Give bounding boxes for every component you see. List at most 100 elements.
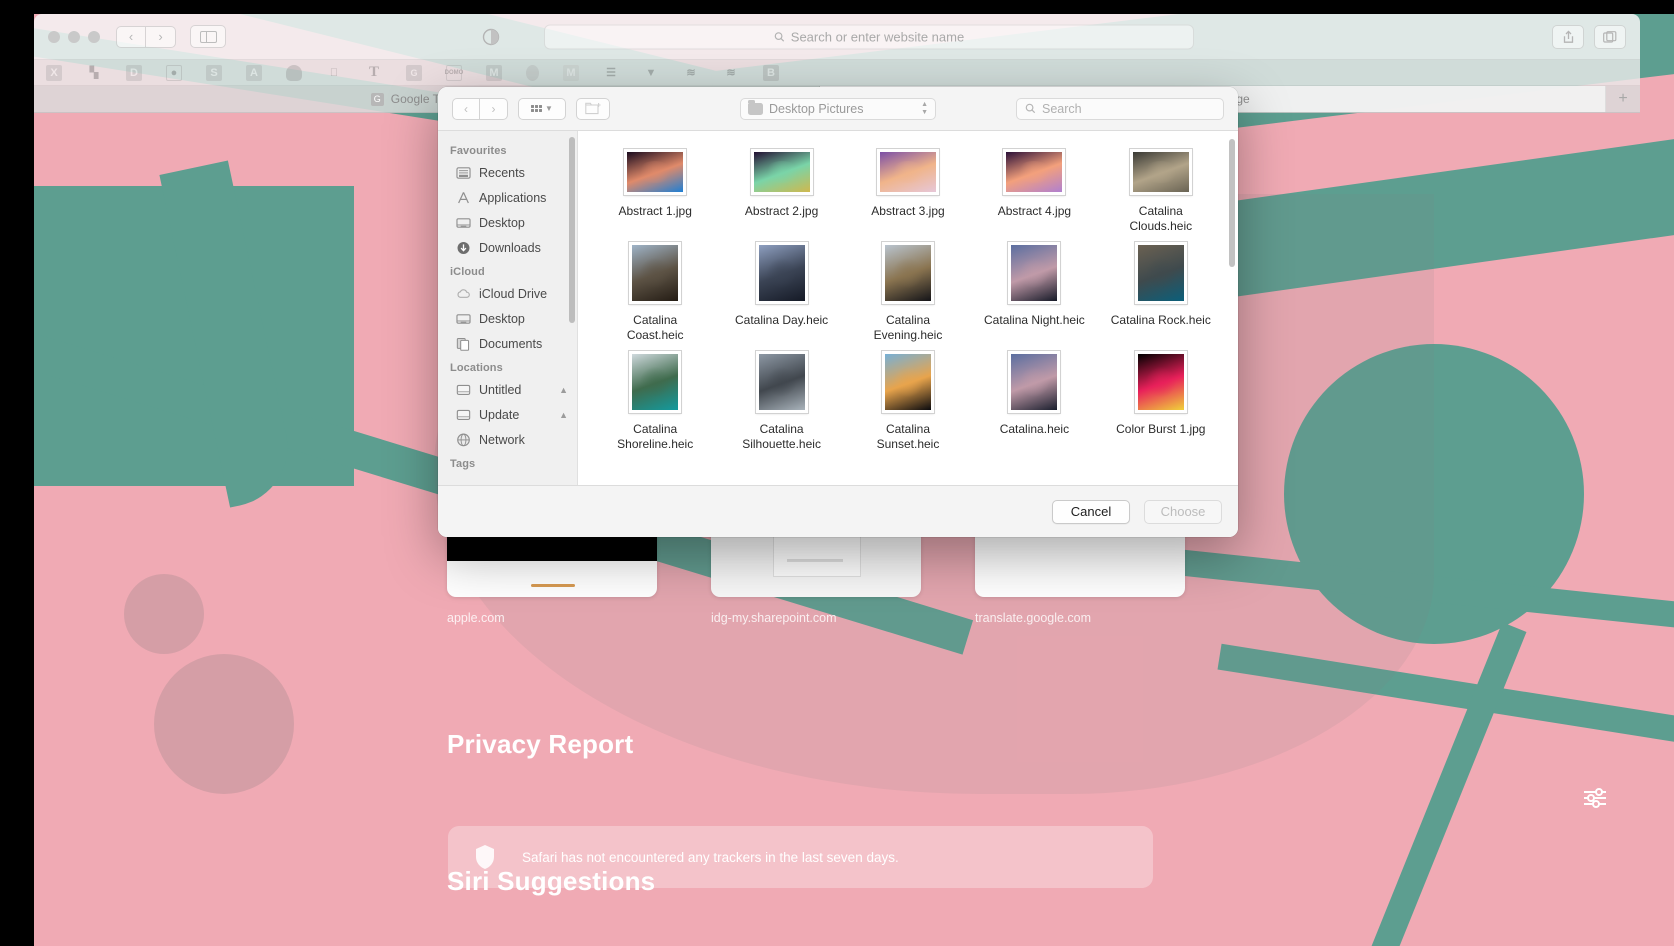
favourites-bar[interactable]: X ▚ D ● S A  T G DOMO M M ☰ ▼ ≋ ≋ B bbox=[34, 60, 1640, 86]
tab-overview-button[interactable] bbox=[1594, 25, 1626, 49]
forward-button[interactable]: › bbox=[146, 26, 176, 48]
bookmark-skype-icon[interactable]: S bbox=[206, 65, 222, 81]
sidebar-item-network[interactable]: Network bbox=[438, 427, 577, 452]
path-popup-button[interactable]: Desktop Pictures ▲▼ bbox=[740, 98, 936, 120]
minimize-window-button[interactable] bbox=[68, 31, 80, 43]
desktop-icon bbox=[456, 216, 471, 230]
zoom-window-button[interactable] bbox=[88, 31, 100, 43]
bookmark-translate-icon[interactable]: G bbox=[406, 65, 422, 81]
address-bar-placeholder: Search or enter website name bbox=[791, 29, 964, 44]
address-bar[interactable]: Search or enter website name bbox=[544, 24, 1194, 49]
sidebar-item-label: Recents bbox=[479, 166, 525, 180]
bookmark-bulb-icon[interactable] bbox=[286, 65, 302, 81]
file-item[interactable]: Catalina Night.heic bbox=[971, 242, 1097, 343]
back-button[interactable]: ‹ bbox=[116, 26, 146, 48]
grid-view-icon bbox=[531, 105, 542, 112]
downloads-icon bbox=[456, 241, 471, 255]
sidebar-item-recents[interactable]: Recents bbox=[438, 160, 577, 185]
file-thumbnail bbox=[1003, 149, 1065, 195]
new-folder-button[interactable] bbox=[576, 98, 610, 120]
file-item[interactable]: Abstract 1.jpg bbox=[592, 149, 718, 234]
view-options-button[interactable]: ▼ bbox=[518, 98, 566, 120]
file-item[interactable]: Catalina.heic bbox=[971, 351, 1097, 452]
bookmark-apple-icon[interactable]:  bbox=[326, 65, 342, 81]
file-item[interactable]: Catalina Shoreline.heic bbox=[592, 351, 718, 452]
tabs-icon bbox=[1603, 31, 1617, 43]
file-name-label: Catalina Coast.heic bbox=[603, 313, 707, 343]
favorite-label: idg-my.sharepoint.com bbox=[711, 611, 921, 625]
bookmark-chart-icon[interactable]: ▚ bbox=[86, 65, 102, 81]
file-thumbnail bbox=[882, 351, 934, 413]
file-grid: Abstract 1.jpg Abstract 2.jpg Abstract 3.j… bbox=[578, 131, 1238, 452]
bookmark-stack-icon[interactable]: ☰ bbox=[603, 65, 619, 81]
file-item[interactable]: Catalina Silhouette.heic bbox=[718, 351, 844, 452]
start-page-settings-button[interactable] bbox=[1578, 781, 1612, 815]
privacy-shield-icon[interactable] bbox=[481, 27, 501, 47]
file-item[interactable]: Catalina Sunset.heic bbox=[845, 351, 971, 452]
dialog-search-field[interactable]: Search bbox=[1016, 98, 1224, 120]
bookmark-m-icon[interactable]: M bbox=[486, 65, 502, 81]
file-item[interactable]: Catalina Coast.heic bbox=[592, 242, 718, 343]
file-thumbnail bbox=[877, 149, 939, 195]
privacy-report-message: Safari has not encountered any trackers … bbox=[522, 850, 899, 865]
bookmark-excel-icon[interactable]: X bbox=[46, 65, 62, 81]
file-item[interactable]: Abstract 2.jpg bbox=[718, 149, 844, 234]
dialog-forward-button[interactable]: › bbox=[480, 98, 508, 120]
bookmark-m2-icon[interactable]: M bbox=[563, 65, 579, 81]
file-item[interactable]: Catalina Rock.heic bbox=[1098, 242, 1224, 343]
sidebar-scrollbar[interactable] bbox=[569, 137, 575, 323]
file-item[interactable]: Color Burst 1.jpg bbox=[1098, 351, 1224, 452]
file-thumbnail bbox=[1008, 351, 1060, 413]
file-item[interactable]: Abstract 4.jpg bbox=[971, 149, 1097, 234]
bookmark-domo-icon[interactable]: DOMO bbox=[446, 65, 462, 81]
sidebar-item-documents[interactable]: Documents bbox=[438, 331, 577, 356]
cloud-icon bbox=[456, 287, 471, 301]
bookmark-layers-icon[interactable]: ≋ bbox=[683, 65, 699, 81]
dialog-search-placeholder: Search bbox=[1042, 102, 1082, 116]
dialog-body: Favourites Recents Applicatio bbox=[438, 131, 1238, 485]
file-item[interactable]: Catalina Clouds.heic bbox=[1098, 149, 1224, 234]
file-name-label: Catalina Evening.heic bbox=[856, 313, 960, 343]
sidebar-toggle-button[interactable] bbox=[190, 25, 226, 48]
file-grid-scrollbar[interactable] bbox=[1229, 139, 1235, 267]
file-item[interactable]: Abstract 3.jpg bbox=[845, 149, 971, 234]
bookmark-dropbox-icon[interactable]: D bbox=[126, 65, 142, 81]
sidebar-item-icloud-desktop[interactable]: Desktop bbox=[438, 306, 577, 331]
file-item[interactable]: Catalina Day.heic bbox=[718, 242, 844, 343]
bookmark-adobe-icon[interactable]: A bbox=[246, 65, 262, 81]
bookmark-layers2-icon[interactable]: ≋ bbox=[723, 65, 739, 81]
share-button[interactable] bbox=[1552, 25, 1584, 49]
close-window-button[interactable] bbox=[48, 31, 60, 43]
path-label: Desktop Pictures bbox=[769, 102, 863, 116]
sidebar-item-update[interactable]: Update ▲ bbox=[438, 402, 577, 427]
disk-icon bbox=[456, 408, 471, 422]
file-item[interactable]: Catalina Evening.heic bbox=[845, 242, 971, 343]
sidebar-item-label: Desktop bbox=[479, 312, 525, 326]
file-thumbnail bbox=[629, 242, 681, 304]
bookmark-lock-icon[interactable]: ● bbox=[166, 65, 182, 81]
sidebar-item-icloud-drive[interactable]: iCloud Drive bbox=[438, 281, 577, 306]
sidebar-item-downloads[interactable]: Downloads bbox=[438, 235, 577, 260]
window-controls[interactable] bbox=[48, 31, 100, 43]
file-name-label: Abstract 2.jpg bbox=[745, 204, 818, 219]
bookmark-text-icon[interactable]: T bbox=[366, 65, 382, 81]
file-thumbnail bbox=[756, 242, 808, 304]
sidebar-item-label: iCloud Drive bbox=[479, 287, 547, 301]
file-picker-dialog: ‹ › ▼ Desktop Pictures bbox=[438, 87, 1238, 537]
choose-button[interactable]: Choose bbox=[1144, 500, 1222, 524]
sidebar-item-label: Untitled bbox=[479, 383, 521, 397]
new-tab-button[interactable]: + bbox=[1606, 86, 1640, 112]
eject-icon[interactable]: ▲ bbox=[559, 410, 568, 420]
sidebar-item-desktop[interactable]: Desktop bbox=[438, 210, 577, 235]
bookmark-b-icon[interactable]: B bbox=[763, 65, 779, 81]
cancel-button[interactable]: Cancel bbox=[1052, 500, 1130, 524]
bookmark-oval-icon[interactable] bbox=[526, 65, 539, 81]
file-name-label: Catalina Night.heic bbox=[984, 313, 1085, 328]
dialog-back-button[interactable]: ‹ bbox=[452, 98, 480, 120]
sidebar-item-untitled[interactable]: Untitled ▲ bbox=[438, 377, 577, 402]
file-thumbnail bbox=[1135, 351, 1187, 413]
eject-icon[interactable]: ▲ bbox=[559, 385, 568, 395]
sidebar-item-applications[interactable]: Applications bbox=[438, 185, 577, 210]
bookmark-filter-icon[interactable]: ▼ bbox=[643, 65, 659, 81]
sidebar-section-header: Tags bbox=[438, 452, 577, 473]
